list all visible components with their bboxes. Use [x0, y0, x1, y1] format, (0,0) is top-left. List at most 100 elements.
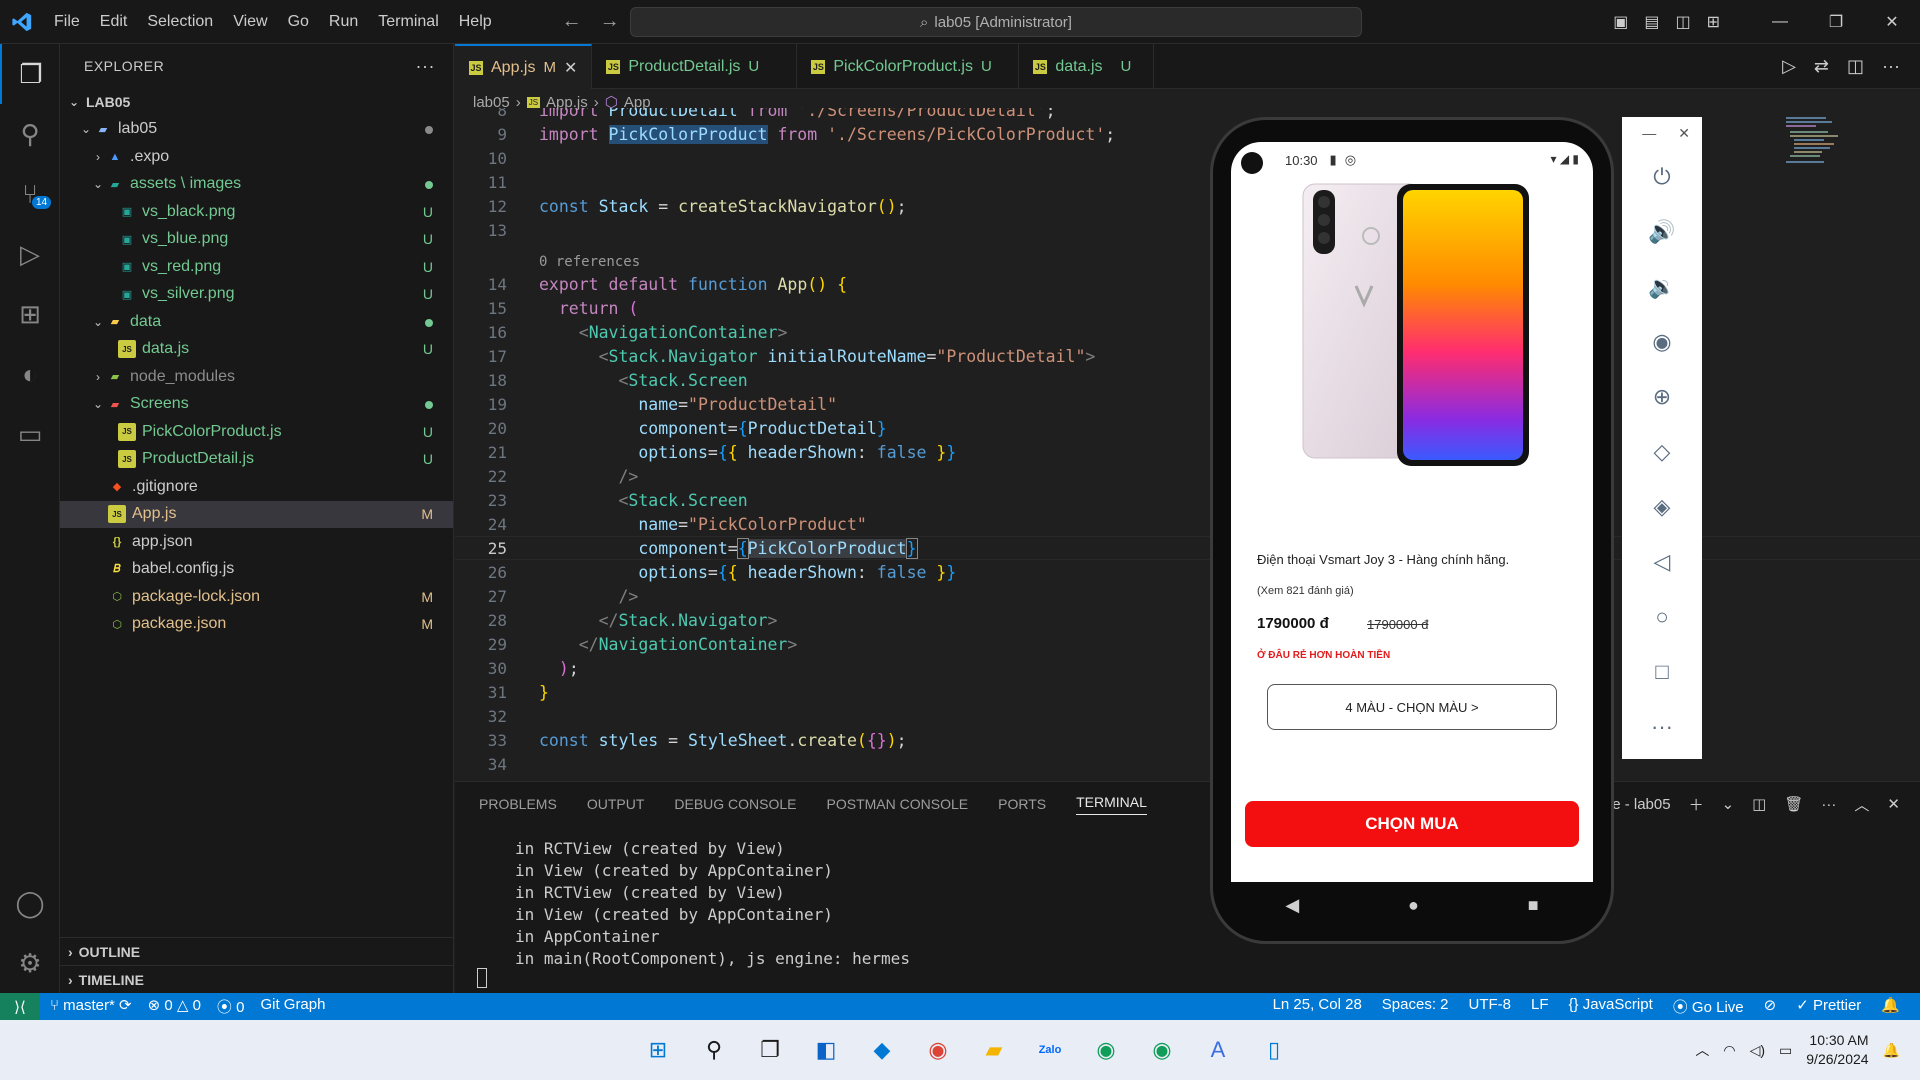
tab-pickcolorproduct[interactable]: JS PickColorProduct.js U: [797, 44, 1020, 89]
customize-layout-icon[interactable]: ⊞: [1707, 12, 1720, 32]
close-icon[interactable]: ✕: [1678, 125, 1690, 142]
zoom-icon[interactable]: ⊕: [1622, 369, 1702, 424]
nav-recents-icon[interactable]: ■: [1528, 895, 1539, 916]
more-actions-icon[interactable]: ···: [1821, 796, 1836, 813]
git-graph-button[interactable]: Git Graph: [260, 996, 325, 1017]
close-panel-icon[interactable]: ✕: [1887, 795, 1900, 813]
tab-productdetail[interactable]: JS ProductDetail.js U: [592, 44, 798, 89]
restore-icon[interactable]: ❐: [1808, 12, 1864, 32]
tree-file-app-json[interactable]: {} app.json: [60, 528, 453, 556]
split-terminal-icon[interactable]: ◫: [1752, 795, 1766, 813]
tab-ports[interactable]: PORTS: [998, 796, 1046, 812]
tab-data-js[interactable]: JS data.js U: [1019, 44, 1155, 89]
prettier-button[interactable]: ✓ Prettier: [1796, 996, 1861, 1017]
back-arrow-icon[interactable]: ←: [562, 10, 582, 33]
remote-indicator-icon[interactable]: ⟩⟨: [0, 993, 40, 1020]
toggle-secondary-sidebar-icon[interactable]: ◫: [1675, 12, 1690, 32]
clock[interactable]: 10:30 AM 9/26/2024: [1806, 1031, 1868, 1069]
volume-down-icon[interactable]: 🔉: [1622, 259, 1702, 314]
toggle-sidebar-icon[interactable]: ▣: [1613, 12, 1628, 32]
chrome-icon[interactable]: ◉: [920, 1032, 956, 1068]
notifications-bell-icon[interactable]: 🔔: [1881, 996, 1900, 1017]
git-graph-icon[interactable]: ◐: [0, 344, 60, 404]
codelens-references[interactable]: 0 references: [539, 254, 640, 270]
camera-icon[interactable]: ◉: [1622, 314, 1702, 369]
tree-file-data-js[interactable]: JS data.js U: [60, 336, 453, 364]
compare-changes-icon[interactable]: ⇄: [1814, 56, 1829, 77]
menu-file[interactable]: File: [44, 0, 90, 44]
source-control-icon[interactable]: ⑂ 14: [0, 164, 60, 224]
tree-folder-node-modules[interactable]: › ▰ node_modules: [60, 363, 453, 391]
minimap[interactable]: [1786, 115, 1906, 185]
language-mode[interactable]: {} JavaScript: [1569, 996, 1653, 1017]
accounts-icon[interactable]: ◯: [0, 873, 60, 933]
tab-output[interactable]: OUTPUT: [587, 796, 645, 812]
explorer-icon[interactable]: ❐: [0, 44, 60, 104]
tree-file-pickcolorproduct[interactable]: JS PickColorProduct.js U: [60, 418, 453, 446]
phone-screen[interactable]: 10:30 ▮ ◎ ▾ ◢ ▮ Điện thoại Vsmart Joy 3 …: [1231, 142, 1593, 882]
maximize-panel-icon[interactable]: ︿: [1854, 794, 1869, 815]
tree-file-vs-blue[interactable]: ▣ vs_blue.png U: [60, 226, 453, 254]
copilot-icon[interactable]: ⊘: [1764, 996, 1777, 1017]
settings-gear-icon[interactable]: ⚙: [0, 933, 60, 993]
buy-button[interactable]: CHỌN MUA: [1245, 801, 1579, 847]
windows-start-icon[interactable]: ⊞: [640, 1032, 676, 1068]
search-icon[interactable]: ⚲: [696, 1032, 732, 1068]
forward-arrow-icon[interactable]: →: [600, 10, 620, 33]
choose-color-button[interactable]: 4 MÀU - CHỌN MÀU >: [1267, 684, 1557, 730]
run-icon[interactable]: ▷: [1782, 56, 1796, 77]
typing-app-icon[interactable]: A: [1200, 1032, 1236, 1068]
nav-back-icon[interactable]: ◀: [1285, 895, 1299, 916]
split-editor-icon[interactable]: ◫: [1847, 56, 1864, 77]
more-icon[interactable]: ···: [1622, 699, 1702, 754]
close-icon[interactable]: ✕: [1864, 12, 1920, 32]
extensions-icon[interactable]: ⊞: [0, 284, 60, 344]
go-live-button[interactable]: ⦿ Go Live: [1673, 996, 1744, 1017]
ports-indicator[interactable]: ⦿ 0: [217, 996, 245, 1017]
encoding[interactable]: UTF-8: [1469, 996, 1512, 1017]
task-view-icon[interactable]: ❐: [752, 1032, 788, 1068]
chevron-up-icon[interactable]: ︿: [1695, 1040, 1709, 1060]
trash-icon[interactable]: 🗑: [1784, 795, 1803, 813]
rotate-right-icon[interactable]: ◈: [1622, 479, 1702, 534]
chevron-down-icon[interactable]: ⌄: [1722, 795, 1735, 813]
new-terminal-icon[interactable]: ＋: [1689, 794, 1704, 815]
volume-icon[interactable]: ◁): [1750, 1042, 1765, 1059]
volume-up-icon[interactable]: 🔊: [1622, 204, 1702, 259]
emulator-taskbar-icon[interactable]: ▯: [1256, 1032, 1292, 1068]
toggle-panel-icon[interactable]: ▤: [1644, 12, 1659, 32]
tab-postman-console[interactable]: POSTMAN CONSOLE: [827, 796, 969, 812]
zalo-icon[interactable]: Zalo: [1032, 1032, 1068, 1068]
end-of-line[interactable]: LF: [1531, 996, 1549, 1017]
power-icon[interactable]: ⏻: [1622, 149, 1702, 204]
minimize-icon[interactable]: —: [1642, 125, 1656, 141]
branch-indicator[interactable]: ⑂ master* ⟳: [50, 996, 132, 1017]
timeline-section[interactable]: › TIMELINE: [60, 965, 454, 993]
tree-file-app-js[interactable]: JS App.js M: [60, 500, 453, 528]
menu-edit[interactable]: Edit: [90, 0, 138, 44]
cursor-position[interactable]: Ln 25, Col 28: [1273, 996, 1362, 1017]
chrome-profile-icon[interactable]: ◉: [1088, 1032, 1124, 1068]
menu-view[interactable]: View: [223, 0, 277, 44]
rotate-left-icon[interactable]: ◇: [1622, 424, 1702, 479]
tree-folder-expo[interactable]: › ▲ .expo: [60, 143, 453, 171]
tree-file-vs-black[interactable]: ▣ vs_black.png U: [60, 198, 453, 226]
tree-file-productdetail[interactable]: JS ProductDetail.js U: [60, 446, 453, 474]
more-actions-icon[interactable]: ···: [1882, 56, 1900, 77]
tree-file-package-lock[interactable]: ⬡ package-lock.json M: [60, 583, 453, 611]
product-reviews[interactable]: (Xem 821 đánh giá): [1257, 585, 1354, 597]
menu-help[interactable]: Help: [449, 0, 502, 44]
battery-icon[interactable]: ▭: [1779, 1042, 1792, 1059]
overview-icon[interactable]: □: [1622, 644, 1702, 699]
notifications-icon[interactable]: 🔔: [1883, 1042, 1900, 1059]
problems-indicator[interactable]: ⊗ 0 △ 0: [148, 996, 201, 1017]
tree-folder-assets[interactable]: ⌄ ▰ assets \ images: [60, 171, 453, 199]
widgets-icon[interactable]: ◧: [808, 1032, 844, 1068]
command-center-search[interactable]: ⌕ lab05 [Administrator]: [630, 7, 1362, 37]
back-icon[interactable]: ◁: [1622, 534, 1702, 589]
tree-folder-data[interactable]: ⌄ ▰ data: [60, 308, 453, 336]
outline-section[interactable]: › OUTLINE: [60, 937, 454, 965]
tree-folder-screens[interactable]: ⌄ ▰ Screens: [60, 391, 453, 419]
indentation[interactable]: Spaces: 2: [1382, 996, 1449, 1017]
run-debug-icon[interactable]: ▷: [0, 224, 60, 284]
